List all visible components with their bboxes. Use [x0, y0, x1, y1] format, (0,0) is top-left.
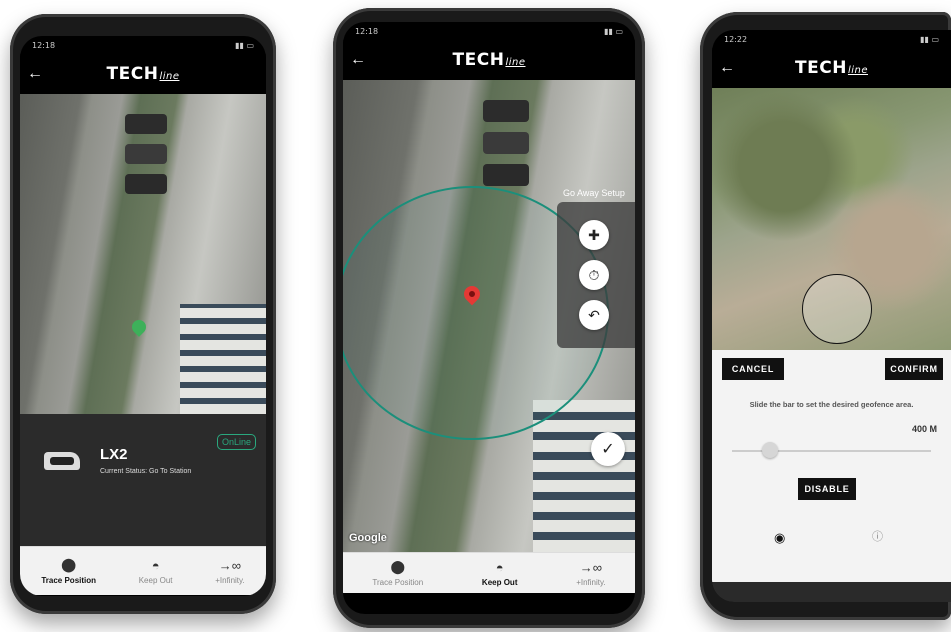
- nav-infinity[interactable]: →∞ +Infinity.: [215, 558, 244, 585]
- app-logo: TECHline: [106, 64, 180, 84]
- back-arrow-icon[interactable]: ←: [712, 59, 742, 77]
- confirm-button[interactable]: CONFIRM: [885, 358, 943, 380]
- phone-keep-out: 12:18 ▮▮ ▭ ← TECHline Google Go Away Setu…: [333, 8, 645, 628]
- go-away-setup-panel: Go Away Setup ✚ ⏱ ↶: [557, 188, 635, 348]
- nav-keep-out[interactable]: ◓ Keep Out: [139, 558, 173, 585]
- panel-title: Go Away Setup: [563, 188, 625, 198]
- online-badge: OnLine: [216, 434, 256, 450]
- building-roof: [180, 304, 266, 414]
- nav-label: Trace Position: [372, 578, 424, 587]
- locate-icon[interactable]: ◉: [774, 530, 785, 546]
- battery-icon: ▮▮ ▭: [235, 40, 254, 50]
- nav-trace-position[interactable]: ⬤ Trace Position: [372, 559, 423, 587]
- disable-button[interactable]: DISABLE: [798, 478, 856, 500]
- geofence-panel: CANCEL CONFIRM Slide the bar to set the …: [712, 350, 951, 582]
- nav-keep-out[interactable]: ◓ Keep Out: [482, 560, 518, 587]
- app-logo: TECHline: [452, 50, 526, 70]
- back-arrow-icon[interactable]: ←: [343, 51, 373, 69]
- device-card: OnLine LX2 Current Status: Go To Station: [20, 414, 266, 546]
- phone1-screen: 12:18 ▮▮ ▭ ← TECHline OnLine LX2 Current …: [20, 36, 266, 596]
- mower-position-icon: [129, 317, 149, 337]
- bottom-nav: ⬤ Trace Position ◓ Keep Out →∞ +Infinity.: [20, 546, 266, 595]
- building-roof: [533, 400, 635, 552]
- parked-car: [125, 114, 167, 134]
- app-bar: ← TECHline: [712, 48, 951, 88]
- nav-label: +Infinity.: [215, 575, 245, 585]
- status-time: 12:18: [32, 40, 56, 50]
- battery-icon: ▮▮ ▭: [920, 34, 939, 44]
- google-logo: Google: [349, 532, 387, 544]
- status-time: 12:22: [724, 34, 748, 44]
- parked-car: [483, 132, 529, 154]
- device-name: LX2: [100, 446, 128, 463]
- nav-label: Keep Out: [138, 575, 173, 585]
- satellite-map[interactable]: [20, 94, 266, 414]
- app-logo: TECHline: [795, 58, 868, 78]
- cancel-button[interactable]: CANCEL: [722, 358, 784, 380]
- timer-icon[interactable]: ⏱: [579, 260, 609, 290]
- phone2-screen: 12:18 ▮▮ ▭ ← TECHline Google Go Away Setu…: [343, 22, 635, 614]
- system-nav-bar: [712, 582, 951, 602]
- phone-trace-position: 12:18 ▮▮ ▭ ← TECHline OnLine LX2 Current …: [10, 14, 276, 614]
- parked-car: [483, 100, 529, 122]
- parked-car: [125, 174, 167, 194]
- phone3-screen: 12:22 ▮▮ ▭ ← TECHline CANCEL CONFIRM Slid…: [712, 30, 951, 602]
- nav-label: Keep Out: [481, 577, 518, 587]
- distance-value: 400 M: [911, 424, 937, 434]
- keep-out-icon: ◓: [151, 557, 160, 573]
- status-bar: 12:22 ▮▮ ▭: [712, 30, 951, 48]
- geofence-slider-thumb[interactable]: [762, 442, 778, 458]
- nav-trace-position[interactable]: ⬤ Trace Position: [41, 557, 96, 585]
- app-bar: ← TECHline: [343, 40, 635, 80]
- parked-car: [125, 144, 167, 164]
- infinity-icon: →∞: [579, 559, 603, 575]
- info-icon[interactable]: ⓘ: [872, 528, 883, 544]
- nav-infinity[interactable]: →∞ +Infinity.: [576, 560, 605, 587]
- geofence-hint: Slide the bar to set the desired geofenc…: [749, 400, 914, 409]
- nav-label: Trace Position: [41, 576, 97, 585]
- geofence-circle[interactable]: [802, 274, 872, 344]
- battery-icon: ▮▮ ▭: [604, 26, 623, 36]
- keep-out-icon: ◓: [495, 559, 504, 575]
- device-status: Current Status: Go To Station: [100, 468, 192, 475]
- add-icon[interactable]: ✚: [579, 220, 609, 250]
- app-bar: ← TECHline: [20, 54, 266, 94]
- status-bar: 12:18 ▮▮ ▭: [343, 22, 635, 40]
- parked-car: [483, 164, 529, 186]
- infinity-icon: →∞: [218, 557, 242, 573]
- location-pin-icon: ⬤: [61, 557, 76, 572]
- mower-icon: [44, 452, 80, 470]
- satellite-map[interactable]: [712, 88, 951, 350]
- phone-geofence: 12:22 ▮▮ ▭ ← TECHline CANCEL CONFIRM Slid…: [700, 12, 951, 620]
- undo-icon[interactable]: ↶: [579, 300, 609, 330]
- location-pin-icon: ⬤: [390, 559, 406, 574]
- nav-label: +Infinity.: [576, 577, 606, 587]
- bottom-nav: ⬤ Trace Position ◓ Keep Out →∞ +Infinity.: [343, 552, 635, 593]
- back-arrow-icon[interactable]: ←: [20, 65, 50, 83]
- status-time: 12:18: [355, 26, 379, 36]
- confirm-check-icon[interactable]: ✓: [591, 432, 625, 466]
- status-bar: 12:18 ▮▮ ▭: [20, 36, 266, 54]
